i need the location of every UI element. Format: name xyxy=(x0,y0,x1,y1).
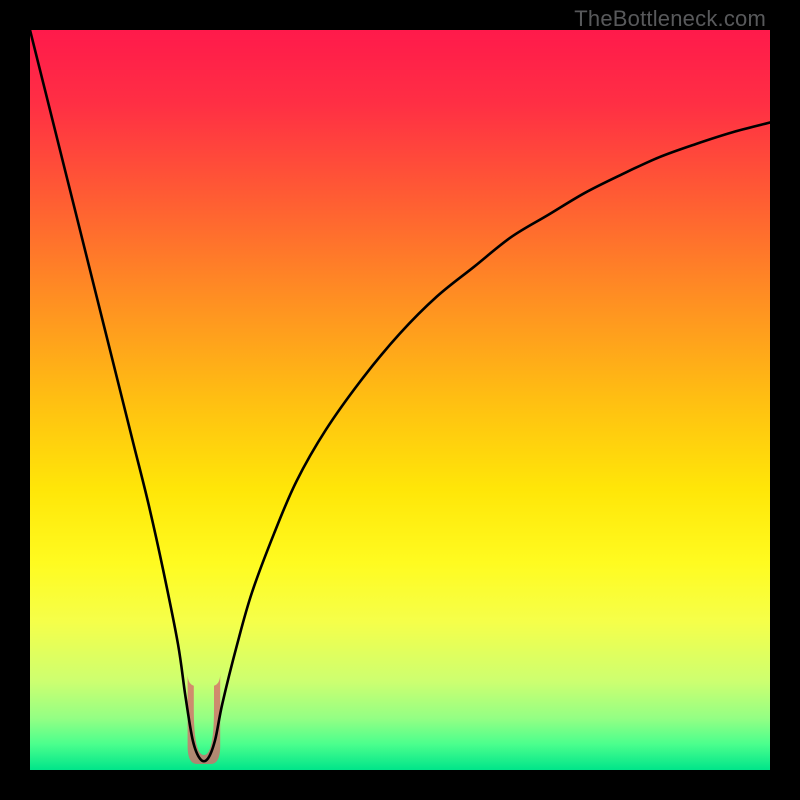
branding-text: TheBottleneck.com xyxy=(574,6,766,32)
chart-frame xyxy=(30,30,770,770)
bottleneck-chart xyxy=(30,30,770,770)
chart-background xyxy=(30,30,770,770)
